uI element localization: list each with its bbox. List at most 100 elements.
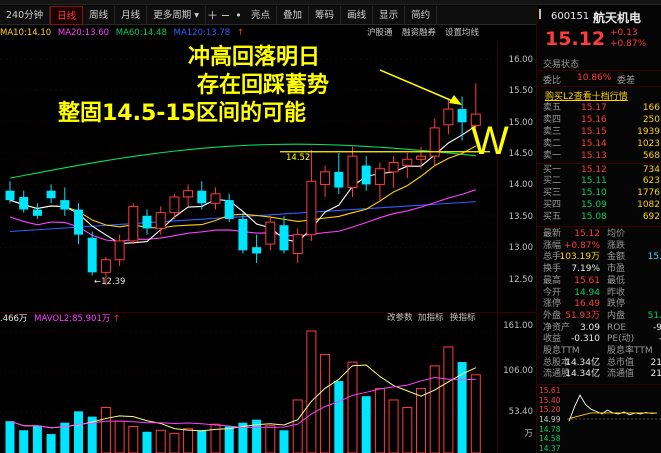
candle-body [279, 225, 289, 251]
sub-toolbar-ma-settings[interactable]: 设置均线 [445, 27, 479, 39]
overlay-button[interactable]: 叠加 [277, 5, 310, 25]
volume-bar [74, 411, 83, 453]
volume-bar [347, 361, 358, 453]
volume-bar [142, 431, 152, 453]
mini-axis-tick: 14.99 [539, 415, 561, 424]
volume-bar [361, 396, 371, 453]
stat-value: +0.87% [563, 240, 600, 251]
book-price: 15.10 [581, 188, 607, 199]
ask-row[interactable]: 卖四 15.16 250 [541, 115, 661, 127]
stats-row: 收益-0.310PE(动)- [541, 334, 661, 346]
chips-button[interactable]: 筹码 [309, 5, 342, 25]
draw-line-button[interactable]: 画线 [341, 5, 374, 25]
bid-row[interactable]: 买四 15.09 1082 [541, 200, 661, 212]
stat-label: 昨收 [607, 287, 626, 298]
book-price: 15.14 [581, 138, 607, 149]
volume-chart[interactable] [0, 325, 497, 453]
candle-body [5, 190, 15, 201]
stock-name: 航天机电 [593, 11, 642, 25]
add-indicator-button[interactable]: 加指标 [418, 312, 444, 324]
stat-label: 流通值 [607, 369, 635, 380]
volume-bar [100, 407, 111, 453]
annotation-arrow-line [379, 69, 456, 103]
minus-icon[interactable]: − [219, 6, 232, 25]
stat-label: 今开 [543, 287, 562, 298]
book-price: 15.15 [581, 126, 607, 137]
stat-label: 内盘 [607, 310, 626, 321]
stat-value: -9 [653, 322, 661, 333]
book-label: 卖三 [543, 126, 562, 137]
annotation-line-2: 存在回踩蓄势 [197, 73, 330, 98]
book-label: 买四 [543, 200, 562, 211]
chevron-down-icon: ▾ [194, 9, 200, 21]
bid-row[interactable]: 买五 15.08 692 [541, 212, 661, 224]
candle-body [320, 171, 331, 185]
book-label: 买三 [543, 188, 562, 199]
period-monthly[interactable]: 月线 [115, 5, 148, 25]
sub-toolbar-margin[interactable]: 融资融券 [402, 27, 436, 39]
bid-row[interactable]: 买二 15.11 623 [541, 176, 661, 188]
l2-promo-link[interactable]: 购买L2查看十档行情 [545, 89, 628, 102]
volume-value: .466万 [0, 314, 28, 324]
stat-value: 14.34亿 [565, 357, 600, 368]
price-tick: 16.00 [508, 54, 533, 65]
book-label: 买五 [543, 212, 562, 223]
bid-row[interactable]: 买三 15.10 1776 [541, 188, 661, 200]
intraday-mini-chart[interactable]: 15.6115.4015.2014.9914.7814.5814.37 [537, 384, 661, 453]
ask-row[interactable]: 卖三 15.15 1939 [541, 127, 661, 139]
dot-icon[interactable]: • [232, 6, 245, 25]
period-weekly[interactable]: 周线 [83, 5, 116, 25]
stat-label: 总市值 [607, 357, 635, 368]
period-more[interactable]: 更多周期 ▾ [147, 5, 207, 25]
volume-bar [32, 425, 42, 453]
stats-row: 今开 14.94 昨收 [541, 288, 661, 300]
annotation-line-3: 整固14.5-15区间的可能 [58, 101, 307, 126]
volume-bar [320, 353, 331, 453]
stat-label: 市盈 [607, 264, 626, 275]
switch-indicator-button[interactable]: 换指标 [450, 312, 476, 324]
bid-row[interactable]: 买一 15.12 734 [541, 165, 661, 177]
display-button[interactable]: 显示 [373, 5, 406, 25]
volume-bar [46, 434, 56, 453]
stat-value: 14.34亿 [565, 369, 600, 380]
stats-row: 流通股 14.34亿 流通值 21 [541, 369, 661, 381]
volume-bar [292, 399, 303, 453]
divider [537, 70, 661, 71]
stat-value: 15.61 [574, 275, 600, 286]
stat-value: 15. [647, 252, 661, 263]
legend-ma10: MA10:14.10 [0, 28, 52, 38]
stat-label: 总手 [543, 252, 562, 263]
stat-label: 股息率TTM [607, 346, 653, 356]
vol-tick-53: 53.40 [508, 407, 533, 417]
volume-bar [265, 425, 276, 453]
mini-axis-tick: 15.61 [539, 386, 561, 395]
price-change-pct: +0.87% [610, 39, 647, 49]
book-volume: 1023 [637, 138, 660, 149]
mavol-arrow: ↑ [113, 314, 121, 324]
ask-row[interactable]: 卖五 15.17 166 [541, 103, 661, 115]
ask-row[interactable]: 卖二 15.14 1023 [541, 139, 661, 151]
back-arrow-icon[interactable] [539, 9, 547, 19]
plus-icon[interactable]: ＋ [206, 6, 219, 25]
period-daily[interactable]: 日线 [50, 5, 84, 25]
book-volume: 692 [642, 212, 660, 223]
sub-toolbar-hsgt[interactable]: 沪股通 [367, 27, 393, 39]
ask-row[interactable]: 卖一 15.13 568 [541, 151, 661, 163]
candle-body [32, 209, 42, 216]
candle-body [87, 237, 97, 273]
period-240min[interactable]: 240分钟 [0, 5, 51, 25]
volume-bar [279, 430, 289, 453]
price-change: +0.13 [610, 28, 638, 38]
candle-body [388, 161, 399, 173]
highlight-button[interactable]: 亮点 [245, 5, 278, 25]
candle-body [74, 209, 83, 235]
volume-bar [224, 426, 234, 453]
price-tick: 13.50 [508, 211, 533, 222]
stat-label: ROE [607, 322, 627, 333]
stats-row: 最新 15.12 均价 [541, 229, 661, 241]
change-param-button[interactable]: 改参数 [387, 312, 413, 324]
candle-body [169, 196, 180, 214]
stats-table: 最新 15.12 均价 涨幅 +0.87% 涨跌 总手 103.19万 金额 15. 换手 7.19%… [537, 226, 661, 381]
simple-mode-button[interactable]: 简约 [405, 5, 438, 25]
book-price: 15.11 [581, 176, 607, 187]
